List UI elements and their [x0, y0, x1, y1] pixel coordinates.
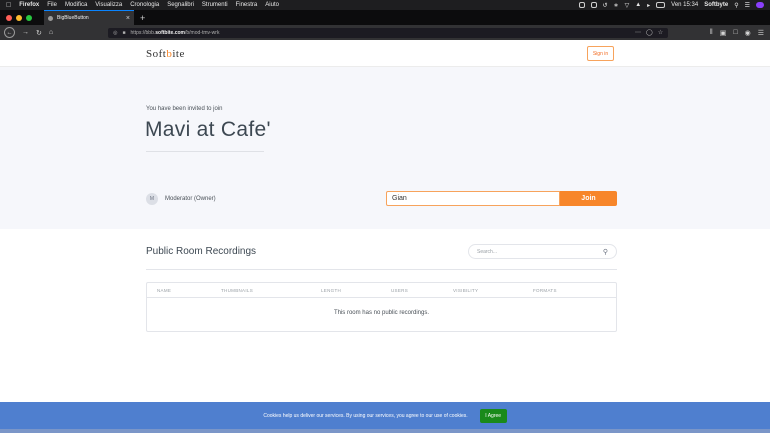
- tab-title: BigBlueButton: [57, 15, 89, 21]
- status-app-icon[interactable]: [590, 2, 597, 8]
- zoom-window-button[interactable]: [26, 14, 32, 21]
- menu-file[interactable]: File: [47, 2, 57, 8]
- cookie-text: Cookies help us deliver our services. By…: [263, 412, 468, 419]
- browser-tab[interactable]: BigBlueButton ×: [44, 10, 134, 25]
- close-window-button[interactable]: [6, 14, 12, 21]
- volume-icon[interactable]: ▸: [647, 2, 650, 9]
- spotlight-search-icon[interactable]: ⚲: [734, 2, 738, 9]
- menu-app-name[interactable]: Firefox: [19, 2, 39, 8]
- site-logo[interactable]: Softbite: [146, 48, 185, 60]
- column-header-visibility: VISIBILITY: [453, 288, 479, 293]
- room-title: Mavi at Cafe': [145, 118, 271, 141]
- battery-icon[interactable]: [656, 2, 666, 8]
- reload-icon[interactable]: ↻: [36, 29, 42, 37]
- url-domain: softbite.com: [155, 29, 185, 36]
- wifi-icon[interactable]: ▽: [625, 2, 630, 9]
- menu-segnalibri[interactable]: Segnalibri: [167, 2, 194, 8]
- recordings-title: Public Room Recordings: [146, 246, 257, 257]
- page-bottom-edge: [0, 429, 770, 433]
- search-placeholder: Search...: [477, 248, 498, 255]
- menu-strumenti[interactable]: Strumenti: [202, 2, 228, 8]
- minimize-window-button[interactable]: [16, 14, 22, 21]
- hamburger-menu-icon[interactable]: ☰: [758, 29, 764, 37]
- menubar-user[interactable]: Softbyte: [704, 2, 728, 8]
- menu-finestra[interactable]: Finestra: [236, 2, 258, 8]
- invited-text: You have been invited to join: [146, 106, 223, 112]
- airplay-icon[interactable]: ▲: [635, 2, 641, 8]
- address-bar[interactable]: ◎ ■ https://bbb.softbite.com/b/mod-tmv-w…: [108, 27, 669, 38]
- room-join-section: You have been invited to join Mavi at Ca…: [0, 67, 770, 229]
- name-input[interactable]: Gian: [386, 191, 560, 206]
- column-header-name: NAME: [157, 288, 172, 293]
- lock-icon[interactable]: ■: [122, 30, 125, 36]
- library-icon[interactable]: ‖: [710, 29, 713, 37]
- tab-favicon-icon: [48, 15, 53, 21]
- column-header-formats: FORMATS: [533, 288, 557, 293]
- new-tab-icon[interactable]: +: [140, 13, 145, 23]
- time-machine-icon[interactable]: ↺: [603, 2, 608, 9]
- cookie-banner: Cookies help us deliver our services. By…: [0, 402, 770, 429]
- sidebar-icon[interactable]: ▣: [720, 29, 727, 37]
- menu-visualizza[interactable]: Visualizza: [95, 2, 122, 8]
- browser-tab-strip: BigBlueButton × +: [0, 10, 770, 25]
- site-header: Softbite Sign in: [0, 40, 770, 67]
- menubar-clock[interactable]: Ven 15:34: [671, 2, 698, 8]
- recordings-table: NAME THUMBNAILS LENGTH USERS VISIBILITY …: [146, 282, 617, 332]
- macos-menubar:  Firefox File Modifica Visualizza Crono…: [0, 0, 770, 10]
- bookmark-star-icon[interactable]: ☆: [658, 29, 663, 36]
- menu-cronologia[interactable]: Cronologia: [130, 2, 159, 8]
- url-path: /b/mod-tmv-wrk: [185, 29, 220, 36]
- browser-nav-bar: ← → ↻ ⌂ ◎ ■ https://bbb.softbite.com/b/m…: [0, 25, 770, 40]
- forward-icon[interactable]: →: [22, 29, 29, 36]
- menu-modifica[interactable]: Modifica: [65, 2, 87, 8]
- web-page: Softbite Sign in You have been invited t…: [0, 40, 770, 433]
- column-header-length: LENGTH: [321, 288, 342, 293]
- empty-recordings-message: This room has no public recordings.: [333, 310, 430, 316]
- recordings-search-input[interactable]: Search... ⚲: [468, 244, 617, 259]
- siri-icon[interactable]: [756, 2, 764, 8]
- agree-button[interactable]: I Agree: [479, 408, 507, 423]
- extension-icon[interactable]: ◉: [745, 29, 751, 37]
- window-controls: [0, 14, 44, 21]
- table-header: NAME THUMBNAILS LENGTH USERS VISIBILITY …: [147, 283, 616, 298]
- recordings-divider: [146, 269, 617, 270]
- column-header-thumbnails: THUMBNAILS: [221, 288, 254, 293]
- shield-icon[interactable]: ◎: [113, 30, 117, 36]
- owner-label: Moderator (Owner): [165, 196, 216, 202]
- logo-text-right: ite: [172, 48, 185, 60]
- screen:  Firefox File Modifica Visualizza Crono…: [0, 0, 770, 433]
- status-app-icon[interactable]: [578, 2, 585, 8]
- sign-in-button[interactable]: Sign in: [587, 46, 614, 61]
- url-prefix: https://bbb.: [130, 29, 156, 36]
- column-header-users: USERS: [391, 288, 409, 293]
- title-divider: [146, 151, 264, 152]
- search-icon[interactable]: ⚲: [603, 248, 608, 256]
- apple-icon[interactable]: : [6, 2, 11, 9]
- page-actions-icon[interactable]: ⋯: [635, 29, 641, 36]
- home-icon[interactable]: ⌂: [49, 29, 53, 36]
- logo-text-left: Soft: [146, 48, 167, 60]
- join-button[interactable]: Join: [560, 191, 617, 206]
- url-actions: ⋯ ◯ ☆: [635, 29, 663, 36]
- pocket-icon[interactable]: ◯: [646, 29, 653, 36]
- menu-aiuto[interactable]: Aiuto: [265, 2, 279, 8]
- bluetooth-icon[interactable]: ∗: [614, 2, 619, 9]
- toolbar-right: ‖ ▣ □ ◉ ☰: [710, 29, 766, 37]
- control-center-icon[interactable]: ☰: [745, 2, 750, 9]
- synced-tabs-icon[interactable]: □: [733, 29, 737, 37]
- close-tab-icon[interactable]: ×: [126, 15, 130, 22]
- menubar-status-area: ↺ ∗ ▽ ▲ ▸ Ven 15:34 Softbyte ⚲ ☰: [578, 2, 764, 9]
- avatar: M: [146, 193, 158, 205]
- back-icon[interactable]: ←: [4, 27, 15, 38]
- url-text: https://bbb.softbite.com/b/mod-tmv-wrk: [131, 30, 220, 36]
